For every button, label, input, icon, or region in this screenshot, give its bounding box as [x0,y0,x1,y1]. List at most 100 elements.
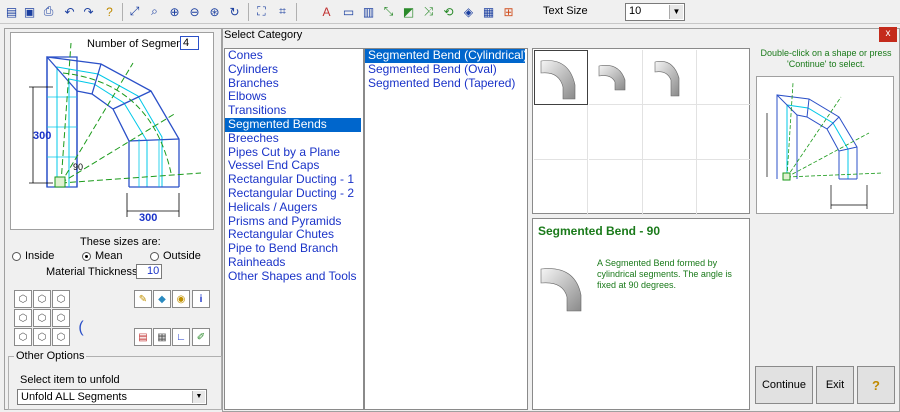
thumb-empty [534,160,588,215]
frame-icon[interactable]: ⛶ [253,3,270,20]
redo-icon[interactable]: ↷ [80,3,97,20]
zoom-fit-icon[interactable]: ⤢ [126,3,143,20]
cube-view-icon[interactable]: ⬡ [33,290,51,308]
dim-height-label: 300 [33,130,51,142]
radio-outside-label: Outside [163,250,201,262]
exit-button[interactable]: Exit [816,366,854,404]
material-thickness-input[interactable]: 10 [136,264,162,279]
radio-mean-label: Mean [95,250,123,262]
thumb-empty [643,160,697,215]
category-item[interactable]: Rectangular Ducting - 2 [225,186,363,201]
text-size-select[interactable]: 10 ▼ [625,3,685,21]
fill-icon[interactable]: ◩ [400,3,417,20]
zoom-extents-icon[interactable]: ⊛ [206,3,223,20]
solid-view-icon[interactable]: ◆ [153,290,171,308]
text-size-label: Text Size [543,5,588,17]
measure-tool-icon[interactable]: ✎ [134,290,152,308]
zoom-in-icon[interactable]: ⊕ [166,3,183,20]
dimension-icon[interactable]: ▭ [340,3,357,20]
radio-mean[interactable]: Mean [82,250,123,262]
thumb-empty [697,50,751,105]
category-item[interactable]: Breeches [225,131,363,146]
axes-icon[interactable]: ∟ [172,328,190,346]
thumb-cylindrical-bend[interactable] [534,50,588,105]
category-item[interactable]: Prisms and Pyramids [225,214,363,229]
view-icon[interactable]: ◈ [460,3,477,20]
thumb-empty [589,160,643,215]
category-item[interactable]: Transitions [225,103,363,118]
grid-icon[interactable]: ▦ [480,3,497,20]
cube-view-icon[interactable]: ⬡ [14,309,32,327]
continue-button[interactable]: Continue [755,366,813,404]
measure-icon[interactable]: ⤡ [380,3,397,20]
category-item[interactable]: Pipe to Bend Branch [225,241,363,256]
radio-inside[interactable]: Inside [12,250,54,262]
category-item[interactable]: Rainheads [225,255,363,270]
thumb-tapered-bend[interactable] [643,50,697,105]
tag-icon[interactable]: ◉ [172,290,190,308]
thumb-empty [697,105,751,160]
category-item[interactable]: Other Shapes and Tools [225,269,363,284]
radio-dot[interactable] [82,251,91,261]
dim-angle-label: 90 [73,162,83,172]
cube-view-icon[interactable]: ⬡ [14,290,32,308]
tapered-bend-icon [654,61,680,97]
redraw-icon[interactable]: ↻ [226,3,243,20]
layer-icon[interactable]: ▥ [360,3,377,20]
category-list: Cones Cylinders Branches Elbows Transiti… [224,48,364,410]
cube-view-icon[interactable]: ⬡ [14,328,32,346]
chevron-down-icon[interactable]: ▼ [669,5,683,19]
category-item[interactable]: Vessel End Caps [225,159,363,173]
category-item[interactable]: Rectangular Chutes [225,228,363,242]
text-size-value: 10 [629,5,642,17]
thumb-oval-bend[interactable] [589,50,643,105]
description-title: Segmented Bend - 90 [538,224,661,238]
report-icon[interactable]: ▤ [134,328,152,346]
category-item[interactable]: Pipes Cut by a Plane [225,145,363,160]
subcategory-item-selected[interactable]: Segmented Bend (Cylindrical) [365,48,527,63]
cube-view-icon[interactable]: ⬡ [33,328,51,346]
category-item[interactable]: Helicals / Augers [225,200,363,215]
radio-dot[interactable] [12,251,21,261]
close-button[interactable]: x [879,27,897,42]
category-item[interactable]: Branches [225,76,363,91]
table-icon[interactable]: ▦ [153,328,171,346]
category-item[interactable]: Rectangular Ducting - 1 [225,172,363,187]
radio-dot[interactable] [150,251,159,261]
info-icon[interactable]: i [192,290,210,308]
pattern-icon[interactable]: ⤨ [420,3,437,20]
undo-icon[interactable]: ↶ [61,3,78,20]
dialog-title: Select Category [224,29,303,41]
save-icon[interactable]: ▣ [21,3,38,20]
cube-view-icon[interactable]: ⬡ [52,309,70,327]
category-item-selected[interactable]: Segmented Bends [225,117,361,132]
help-button[interactable]: ? [857,366,895,404]
zoom-out-icon[interactable]: ⊖ [186,3,203,20]
rotate-icon[interactable]: ⟲ [440,3,457,20]
zoom-window-icon[interactable]: ⌕ [146,3,163,20]
print-icon[interactable]: ⎙ [40,3,57,20]
bend-preview-drawing [766,82,884,209]
segments-input[interactable]: 4 [180,36,199,50]
edit-icon[interactable]: ✐ [192,328,210,346]
text-icon[interactable]: A [318,3,335,20]
category-item[interactable]: Cylinders [225,62,363,77]
select-frame-icon[interactable]: ⌗ [274,3,291,20]
shape-preview [756,76,894,214]
category-item[interactable]: Elbows [225,90,363,104]
unfold-select[interactable]: Unfold ALL Segments ▼ [17,389,207,405]
chevron-down-icon[interactable]: ▼ [192,391,205,403]
snap-icon[interactable]: ⊞ [500,3,517,20]
subcategory-item[interactable]: Segmented Bend (Oval) [365,62,527,77]
cube-view-icon[interactable]: ⬡ [52,290,70,308]
bend-drawing: 300 300 90 [29,42,202,224]
oval-bend-icon [598,65,626,91]
open-icon[interactable]: ▤ [3,3,20,20]
help-icon[interactable]: ? [101,3,118,20]
cube-view-icon[interactable]: ⬡ [52,328,70,346]
subcategory-item[interactable]: Segmented Bend (Tapered) [365,76,527,91]
radio-outside[interactable]: Outside [150,250,201,262]
category-item[interactable]: Cones [225,48,363,63]
arc-shape-icon[interactable]: ( [72,314,90,342]
cube-view-icon[interactable]: ⬡ [33,309,51,327]
